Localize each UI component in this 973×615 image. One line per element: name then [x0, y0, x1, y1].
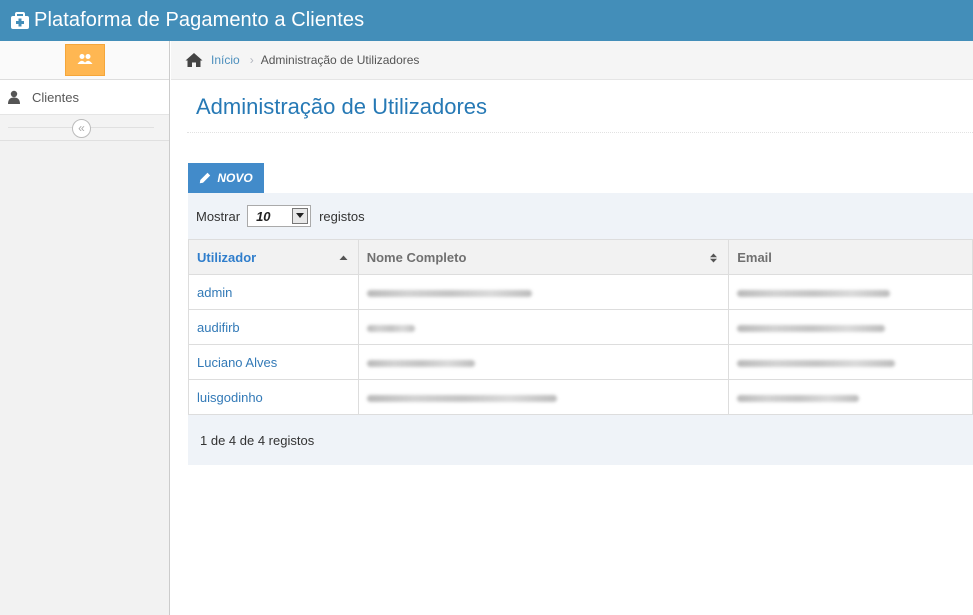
table-toolbar: Mostrar 10 registos	[188, 193, 973, 239]
cell-full-name	[357, 274, 730, 310]
page-title: Administração de Utilizadores	[196, 94, 488, 119]
breadcrumb-separator: ›	[249, 53, 254, 67]
column-header-label: Nome Completo	[366, 249, 467, 265]
column-header-label: Utilizador	[197, 249, 257, 265]
cell-email	[728, 274, 973, 310]
sidebar: Clientes «	[0, 41, 170, 615]
column-header-utilizador[interactable]: Utilizador	[188, 239, 359, 275]
table-row: admin	[188, 274, 973, 310]
sidebar-item-clientes[interactable]: Clientes	[0, 80, 169, 115]
sidebar-collapse-row: «	[0, 115, 169, 141]
cell-full-name	[357, 379, 730, 415]
sort-icon	[709, 253, 718, 263]
table-row: Luciano Alves	[188, 344, 973, 380]
table-row: luisgodinho	[188, 379, 973, 415]
breadcrumb: Início › Administração de Utilizadores	[171, 41, 973, 80]
column-header-email[interactable]: Email	[728, 239, 973, 275]
user-link[interactable]: admin	[197, 285, 232, 300]
new-button-label: NOVO	[217, 171, 253, 185]
cell-user: admin	[188, 274, 359, 310]
collapse-sidebar-button[interactable]: «	[72, 119, 91, 138]
cell-full-name	[357, 344, 730, 380]
users-table: Utilizador Nome Completo Email admin aud…	[188, 239, 973, 415]
medkit-icon	[10, 11, 30, 31]
records-label: registos	[319, 208, 365, 224]
cell-email	[728, 344, 973, 380]
cell-user: audifirb	[188, 309, 359, 345]
user-link[interactable]: luisgodinho	[197, 390, 263, 405]
show-label: Mostrar	[196, 208, 241, 224]
home-icon[interactable]	[185, 52, 203, 68]
table-info-text: 1 de 4 de 4 registos	[200, 432, 315, 448]
user-icon	[7, 90, 21, 104]
pencil-icon	[199, 172, 211, 184]
new-button[interactable]: NOVO	[188, 163, 264, 193]
redacted-email	[737, 359, 896, 367]
breadcrumb-home-link[interactable]: Início	[211, 53, 240, 67]
app-title[interactable]: Plataforma de Pagamento a Clientes	[34, 9, 364, 32]
users-shortcut-button[interactable]	[64, 44, 105, 76]
user-link[interactable]: audifirb	[197, 320, 240, 335]
sidebar-shortcuts	[0, 41, 169, 80]
chevron-down-icon	[292, 208, 309, 224]
table-info-footer: 1 de 4 de 4 registos	[188, 414, 973, 465]
page-size-value: 10	[256, 208, 271, 224]
table-header-row: Utilizador Nome Completo Email	[188, 239, 973, 275]
sort-asc-icon	[339, 253, 348, 263]
redacted-full-name	[366, 359, 475, 367]
page-size-select[interactable]: 10	[247, 205, 312, 227]
table-row: audifirb	[188, 309, 973, 345]
column-header-nome-completo[interactable]: Nome Completo	[357, 239, 730, 275]
page-header: Administração de Utilizadores	[187, 80, 973, 133]
user-link[interactable]: Luciano Alves	[197, 355, 277, 370]
users-icon	[77, 53, 93, 68]
redacted-email	[737, 324, 886, 332]
redacted-full-name	[366, 289, 532, 297]
cell-email	[728, 309, 973, 345]
cell-full-name	[357, 309, 730, 345]
column-header-label: Email	[737, 249, 772, 265]
redacted-full-name	[366, 394, 557, 402]
redacted-email	[737, 394, 860, 402]
breadcrumb-current: Administração de Utilizadores	[260, 53, 420, 67]
redacted-email	[737, 289, 891, 297]
sidebar-item-label: Clientes	[32, 89, 79, 105]
top-navbar: Plataforma de Pagamento a Clientes	[0, 0, 973, 41]
cell-user: luisgodinho	[188, 379, 359, 415]
redacted-full-name	[366, 324, 415, 332]
cell-user: Luciano Alves	[188, 344, 359, 380]
cell-email	[728, 379, 973, 415]
